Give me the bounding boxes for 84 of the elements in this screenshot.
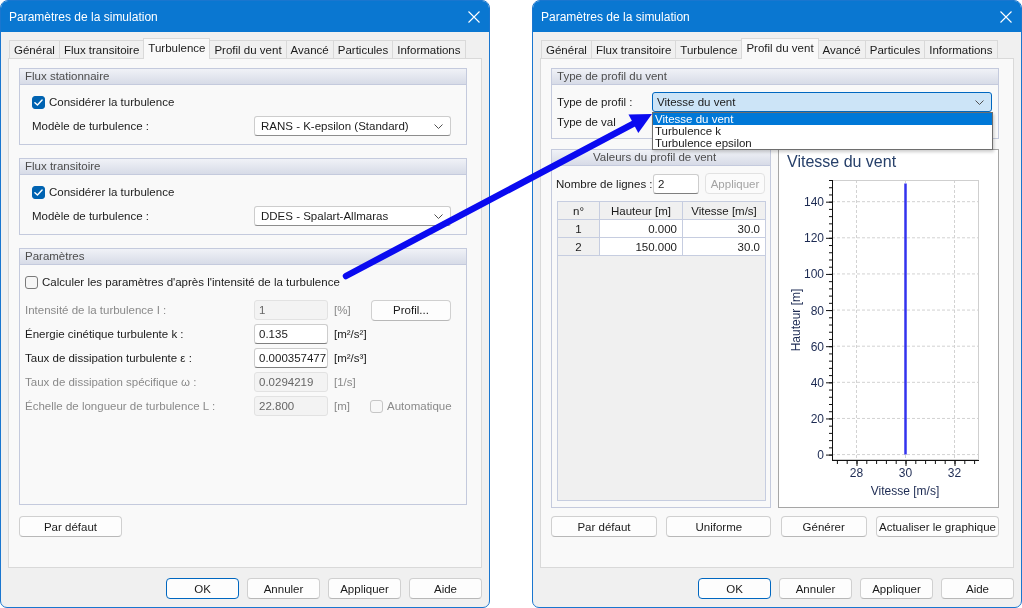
field-label: Taux de dissipation turbulente ε : — [25, 352, 193, 364]
group-header: Paramètres — [20, 249, 466, 265]
checkbox[interactable] — [25, 275, 38, 289]
tick-label: 0 — [817, 448, 824, 463]
tick-label: 100 — [803, 267, 824, 282]
value-field[interactable]: 0.000357477 — [254, 348, 328, 368]
unit-label: [m²/s³] — [333, 352, 368, 364]
group-header: Valeurs du profil de vent — [552, 150, 770, 166]
row-count-field[interactable]: 2 — [653, 173, 699, 194]
field-label: Intensité de la turbulence I : — [25, 304, 168, 316]
close-icon[interactable] — [468, 10, 480, 23]
tick-icon — [34, 188, 43, 196]
tab[interactable]: Profil du vent — [741, 38, 819, 59]
row-number: 2 — [558, 238, 600, 256]
table-cell: 150.000 — [600, 238, 683, 256]
dialog-button[interactable]: Appliquer — [860, 578, 933, 599]
dialog-title: Paramètres de la simulation — [9, 9, 158, 24]
chevron-down-icon — [434, 123, 443, 129]
tick-label: 28 — [849, 466, 864, 480]
dialog-button[interactable]: OK — [166, 578, 239, 599]
action-button[interactable]: Par défaut — [551, 516, 657, 537]
dialog-button[interactable]: Appliquer — [328, 578, 401, 599]
tab[interactable]: Turbulence — [143, 38, 211, 59]
tick-label: 140 — [803, 195, 824, 210]
field-label: Modèle de turbulence : — [32, 120, 149, 132]
checkbox[interactable] — [32, 95, 45, 109]
field-label: Type de val — [557, 115, 616, 129]
checkbox-label: Considérer la turbulence — [49, 186, 175, 198]
chevron-down-icon — [434, 213, 443, 219]
field-label: Type de profil : — [557, 95, 633, 109]
profile-type-dropdown[interactable]: Vitesse du vent — [652, 92, 992, 112]
dialog-button[interactable]: Annuler — [779, 578, 852, 599]
unit-label: [m] — [333, 400, 351, 412]
menu-option[interactable]: Vitesse du vent — [653, 113, 992, 125]
table-cell: 0.000 — [600, 220, 683, 238]
table-cell: 30.0 — [683, 238, 765, 256]
action-button[interactable]: Actualiser le graphique — [876, 516, 999, 537]
axis-title: Hauteur [m] — [789, 288, 803, 352]
group-header: Flux stationnaire — [20, 69, 466, 85]
menu-option[interactable]: Turbulence epsilon — [653, 137, 992, 149]
field-label: Énergie cinétique turbulente k : — [25, 328, 185, 340]
checkbox[interactable] — [32, 185, 45, 199]
axis-title: Vitesse [m/s] — [870, 484, 940, 498]
unit-label: [m²/s²] — [333, 328, 368, 340]
group-header: Type de profil du vent — [552, 69, 998, 85]
close-icon[interactable] — [1000, 10, 1012, 23]
default-button[interactable]: Par défaut — [19, 516, 122, 537]
action-button[interactable]: Générer — [780, 516, 867, 537]
checkbox-label: Automatique — [387, 400, 452, 412]
field-label: Modèle de turbulence : — [32, 210, 149, 222]
unit-label: [%] — [333, 304, 352, 316]
row-number: 1 — [558, 220, 600, 238]
tick-label: 32 — [947, 466, 962, 480]
group-header: Flux transitoire — [20, 159, 466, 175]
field-label: Taux de dissipation spécifique ω : — [25, 376, 198, 388]
action-button[interactable]: Uniforme — [666, 516, 772, 537]
menu-option[interactable]: Turbulence k — [653, 125, 992, 137]
dialog-button[interactable]: Annuler — [247, 578, 320, 599]
tick-label: 40 — [810, 375, 824, 390]
dialog-button[interactable]: Aide — [941, 578, 1014, 599]
tab[interactable]: Informations — [392, 40, 466, 58]
unit-label: [1/s] — [333, 376, 357, 388]
chart-title: Vitesse du vent — [786, 152, 897, 172]
tab[interactable]: Général — [541, 40, 592, 58]
tick-icon — [34, 98, 43, 106]
field-label: Échelle de longueur de turbulence L : — [25, 400, 217, 412]
checkbox-label: Calculer les paramètres d'après l'intensité de la turbulence — [42, 276, 340, 288]
tick-label: 20 — [810, 411, 824, 426]
tick-label: 30 — [898, 466, 913, 480]
table-cell: 30.0 — [683, 220, 765, 238]
value-field[interactable]: 0.135 — [254, 324, 328, 344]
tick-label: 60 — [810, 339, 824, 354]
field-label: Nombre de lignes : — [556, 177, 653, 190]
tab[interactable]: Informations — [924, 40, 998, 58]
dialog-button[interactable]: OK — [698, 578, 771, 599]
chevron-down-icon — [975, 99, 984, 105]
tick-label: 120 — [803, 231, 824, 246]
model-dropdown[interactable]: RANS - K-epsilon (Standard) — [254, 116, 451, 136]
checkbox-label: Considérer la turbulence — [49, 96, 175, 108]
dialog-button[interactable]: Aide — [409, 578, 482, 599]
model-dropdown[interactable]: DDES - Spalart-Allmaras — [254, 206, 451, 226]
tick-label: 80 — [810, 303, 824, 318]
dialog-title: Paramètres de la simulation — [541, 9, 690, 24]
tab[interactable]: Général — [9, 40, 60, 58]
